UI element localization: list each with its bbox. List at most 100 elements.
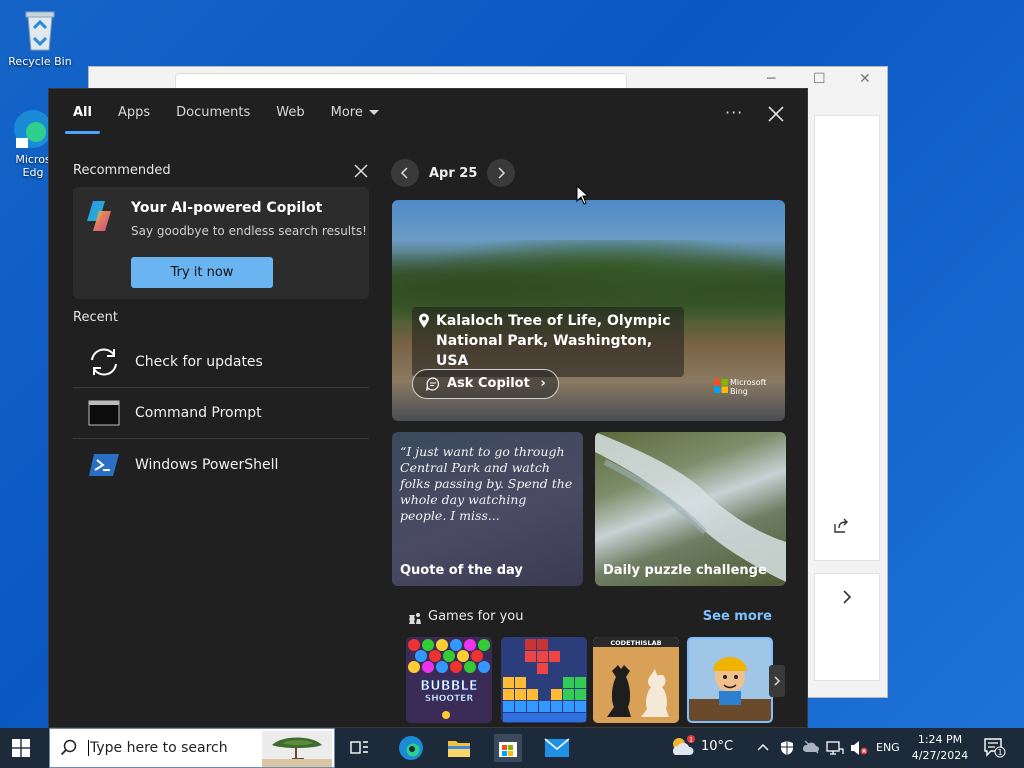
tab-web[interactable]: Web (276, 105, 304, 134)
block-puzzle-art (503, 639, 586, 722)
daily-puzzle-card[interactable]: Daily puzzle challenge (595, 432, 786, 586)
quote-card-caption: Quote of the day (400, 563, 523, 578)
game-tile-miner[interactable] (687, 637, 773, 723)
temperature-text: 10°C (701, 739, 734, 754)
recent-item-command-prompt[interactable]: Command Prompt (73, 388, 369, 439)
more-options-icon[interactable]: ··· (725, 103, 743, 122)
chevron-right-icon (498, 167, 506, 179)
taskbar-mail-button[interactable] (543, 734, 571, 762)
quote-of-the-day-card[interactable]: “I just want to go through Central Park … (392, 432, 583, 586)
dismiss-recommended-icon[interactable] (353, 163, 369, 179)
game-tile-chess[interactable]: CODETHISLAB (593, 637, 679, 723)
recent-item-label: Check for updates (135, 354, 263, 370)
search-highlight-art (262, 731, 332, 767)
recent-item-check-for-updates[interactable]: Check for updates (73, 337, 369, 388)
recent-list: Check for updates Command Prompt Windows… (73, 337, 369, 490)
search-placeholder: Type here to search (88, 740, 228, 756)
search-flyout: All Apps Documents Web More ··· Recommen… (48, 88, 808, 728)
tab-more[interactable]: More (331, 105, 379, 134)
chess-brand-text: CODETHISLAB (610, 639, 661, 647)
chevron-up-icon[interactable] (756, 740, 770, 754)
folder-icon (448, 741, 470, 757)
brand-line-1: Microsoft (730, 378, 767, 387)
sync-icon (91, 348, 117, 376)
security-shield-icon[interactable] (779, 740, 795, 756)
games-section-title: Games for you (428, 609, 524, 624)
try-it-now-button[interactable]: Try it now (131, 257, 273, 288)
maximize-icon[interactable]: ☐ (813, 71, 826, 87)
quote-text: “I just want to go through Central Park … (400, 444, 573, 523)
recycle-bin-desktop-icon[interactable]: Recycle Bin (4, 8, 76, 68)
chess-pieces-icon (409, 613, 421, 624)
tab-more-label: More (330, 105, 363, 120)
location-pin-icon (419, 313, 429, 328)
ask-copilot-button[interactable]: Ask Copilot › (412, 369, 559, 399)
taskbar: Type here to search 1 10°C ENG 1:24 PM 4… (0, 728, 1024, 768)
taskbar-store-button[interactable] (494, 734, 522, 762)
game-tile-block-puzzle[interactable] (501, 637, 587, 723)
brand-line-2: Bing (730, 387, 748, 396)
powershell-icon (89, 453, 119, 476)
tab-all[interactable]: All (65, 105, 100, 134)
task-view-button[interactable] (346, 734, 374, 762)
date-navigator: Apr 25 (391, 159, 516, 187)
edge-label-line-1: Micros (15, 153, 51, 166)
search-tabs: All Apps Documents Web More (65, 105, 379, 134)
chat-bubble-icon (425, 377, 439, 391)
microsoft-logo-icon (714, 379, 728, 393)
task-view-icon (350, 741, 368, 754)
windows-start-icon[interactable] (12, 739, 30, 757)
bubble-shooter-title-2: SHOOTER (425, 694, 474, 704)
daily-image-hero-card[interactable]: Kalaloch Tree of Life, Olympic National … (392, 200, 785, 421)
search-icon (60, 739, 77, 756)
copilot-promo-title: Your AI-powered Copilot (131, 200, 323, 216)
recycle-bin-icon (25, 11, 55, 51)
chess-art: CODETHISLAB (593, 637, 679, 723)
copilot-promo-card: Your AI-powered Copilot Say goodbye to e… (73, 187, 369, 299)
tab-apps[interactable]: Apps (118, 105, 150, 134)
ask-copilot-label: Ask Copilot (447, 376, 530, 391)
bubble-shooter-title-1: BUBBLE (420, 679, 477, 694)
notification-center-icon[interactable]: 1 (984, 738, 1006, 758)
hero-location-caption[interactable]: Kalaloch Tree of Life, Olympic National … (412, 307, 684, 377)
minimize-icon[interactable]: ─ (767, 71, 775, 87)
puzzle-card-caption: Daily puzzle challenge (603, 563, 767, 578)
cmd-icon (88, 400, 120, 426)
games-next-button[interactable] (769, 665, 785, 697)
weather-widget[interactable]: 1 10°C (669, 735, 734, 755)
caret-down-icon (368, 110, 379, 115)
weather-cloud-icon: 1 (673, 735, 695, 755)
chevron-right-icon[interactable] (841, 590, 853, 604)
taskbar-edge-button[interactable] (397, 734, 425, 762)
network-icon[interactable] (826, 740, 844, 756)
games-section-header: Games for you See more (406, 609, 772, 624)
microsoft-bing-brand: Microsoft Bing (714, 378, 766, 396)
store-icon (499, 742, 517, 757)
previous-day-button[interactable] (391, 159, 419, 187)
chevron-left-icon (400, 167, 408, 179)
edge-icon (399, 736, 423, 760)
mail-icon (544, 738, 570, 757)
recent-item-windows-powershell[interactable]: Windows PowerShell (73, 439, 369, 490)
share-icon[interactable] (833, 518, 849, 534)
volume-muted-icon[interactable] (850, 740, 868, 756)
mouse-cursor-icon (576, 185, 590, 205)
recent-heading: Recent (73, 310, 118, 325)
recommended-heading: Recommended (73, 163, 171, 178)
game-tile-bubble-shooter[interactable]: BUBBLE SHOOTER (406, 637, 492, 723)
miner-art (689, 657, 771, 721)
onedrive-cloud-icon[interactable] (802, 740, 820, 754)
bubble-shooter-art: BUBBLE SHOOTER (408, 639, 490, 719)
recent-item-label: Command Prompt (135, 405, 262, 421)
see-more-link[interactable]: See more (703, 609, 772, 624)
tab-documents[interactable]: Documents (176, 105, 250, 134)
taskbar-file-explorer-button[interactable] (445, 734, 473, 762)
input-language-indicator[interactable]: ENG (876, 741, 900, 754)
next-day-button[interactable] (487, 159, 516, 187)
close-window-icon[interactable]: ✕ (859, 71, 871, 87)
hero-location-text: Kalaloch Tree of Life, Olympic National … (436, 313, 671, 369)
taskbar-clock[interactable]: 1:24 PM 4/27/2024 (906, 732, 974, 764)
taskbar-search-box[interactable]: Type here to search (49, 728, 335, 768)
close-icon[interactable] (765, 103, 787, 125)
chevron-right-icon: › (540, 376, 546, 391)
